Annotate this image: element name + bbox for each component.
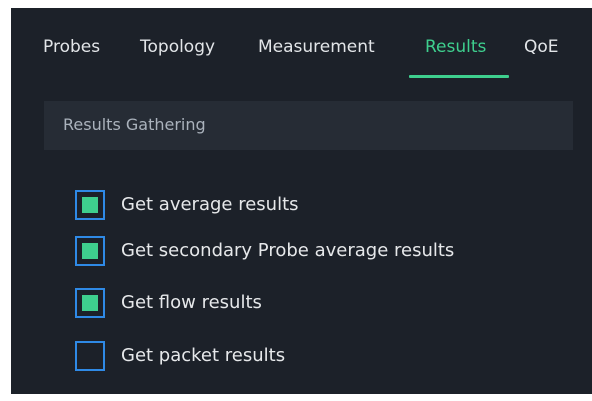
tab-results[interactable]: Results: [425, 36, 486, 58]
checkbox[interactable]: [75, 236, 105, 266]
checkbox-checked-indicator: [82, 197, 98, 213]
checkbox[interactable]: [75, 288, 105, 318]
tab-probes[interactable]: Probes: [43, 36, 100, 58]
option-get-secondary-probe-average-results[interactable]: Get secondary Probe average results: [75, 236, 555, 270]
tab-topology[interactable]: Topology: [140, 36, 215, 58]
results-gathering-section-header: Results Gathering: [44, 101, 573, 150]
option-get-flow-results[interactable]: Get flow results: [75, 288, 555, 322]
option-label[interactable]: Get packet results: [121, 345, 285, 367]
tab-measurement[interactable]: Measurement: [258, 36, 375, 58]
option-label[interactable]: Get flow results: [121, 292, 262, 314]
option-label[interactable]: Get average results: [121, 194, 299, 216]
checkbox-checked-indicator: [82, 243, 98, 259]
checkbox[interactable]: [75, 341, 105, 371]
results-settings-panel: Probes Topology Measurement Results QoE …: [11, 8, 592, 394]
active-tab-indicator: [409, 75, 509, 78]
option-get-packet-results[interactable]: Get packet results: [75, 341, 555, 375]
tab-qoe[interactable]: QoE: [524, 36, 559, 58]
option-label[interactable]: Get secondary Probe average results: [121, 240, 454, 262]
option-get-average-results[interactable]: Get average results: [75, 190, 555, 224]
checkbox-checked-indicator: [82, 295, 98, 311]
checkbox[interactable]: [75, 190, 105, 220]
section-title: Results Gathering: [63, 115, 206, 134]
tab-bar: Probes Topology Measurement Results QoE: [11, 8, 592, 80]
